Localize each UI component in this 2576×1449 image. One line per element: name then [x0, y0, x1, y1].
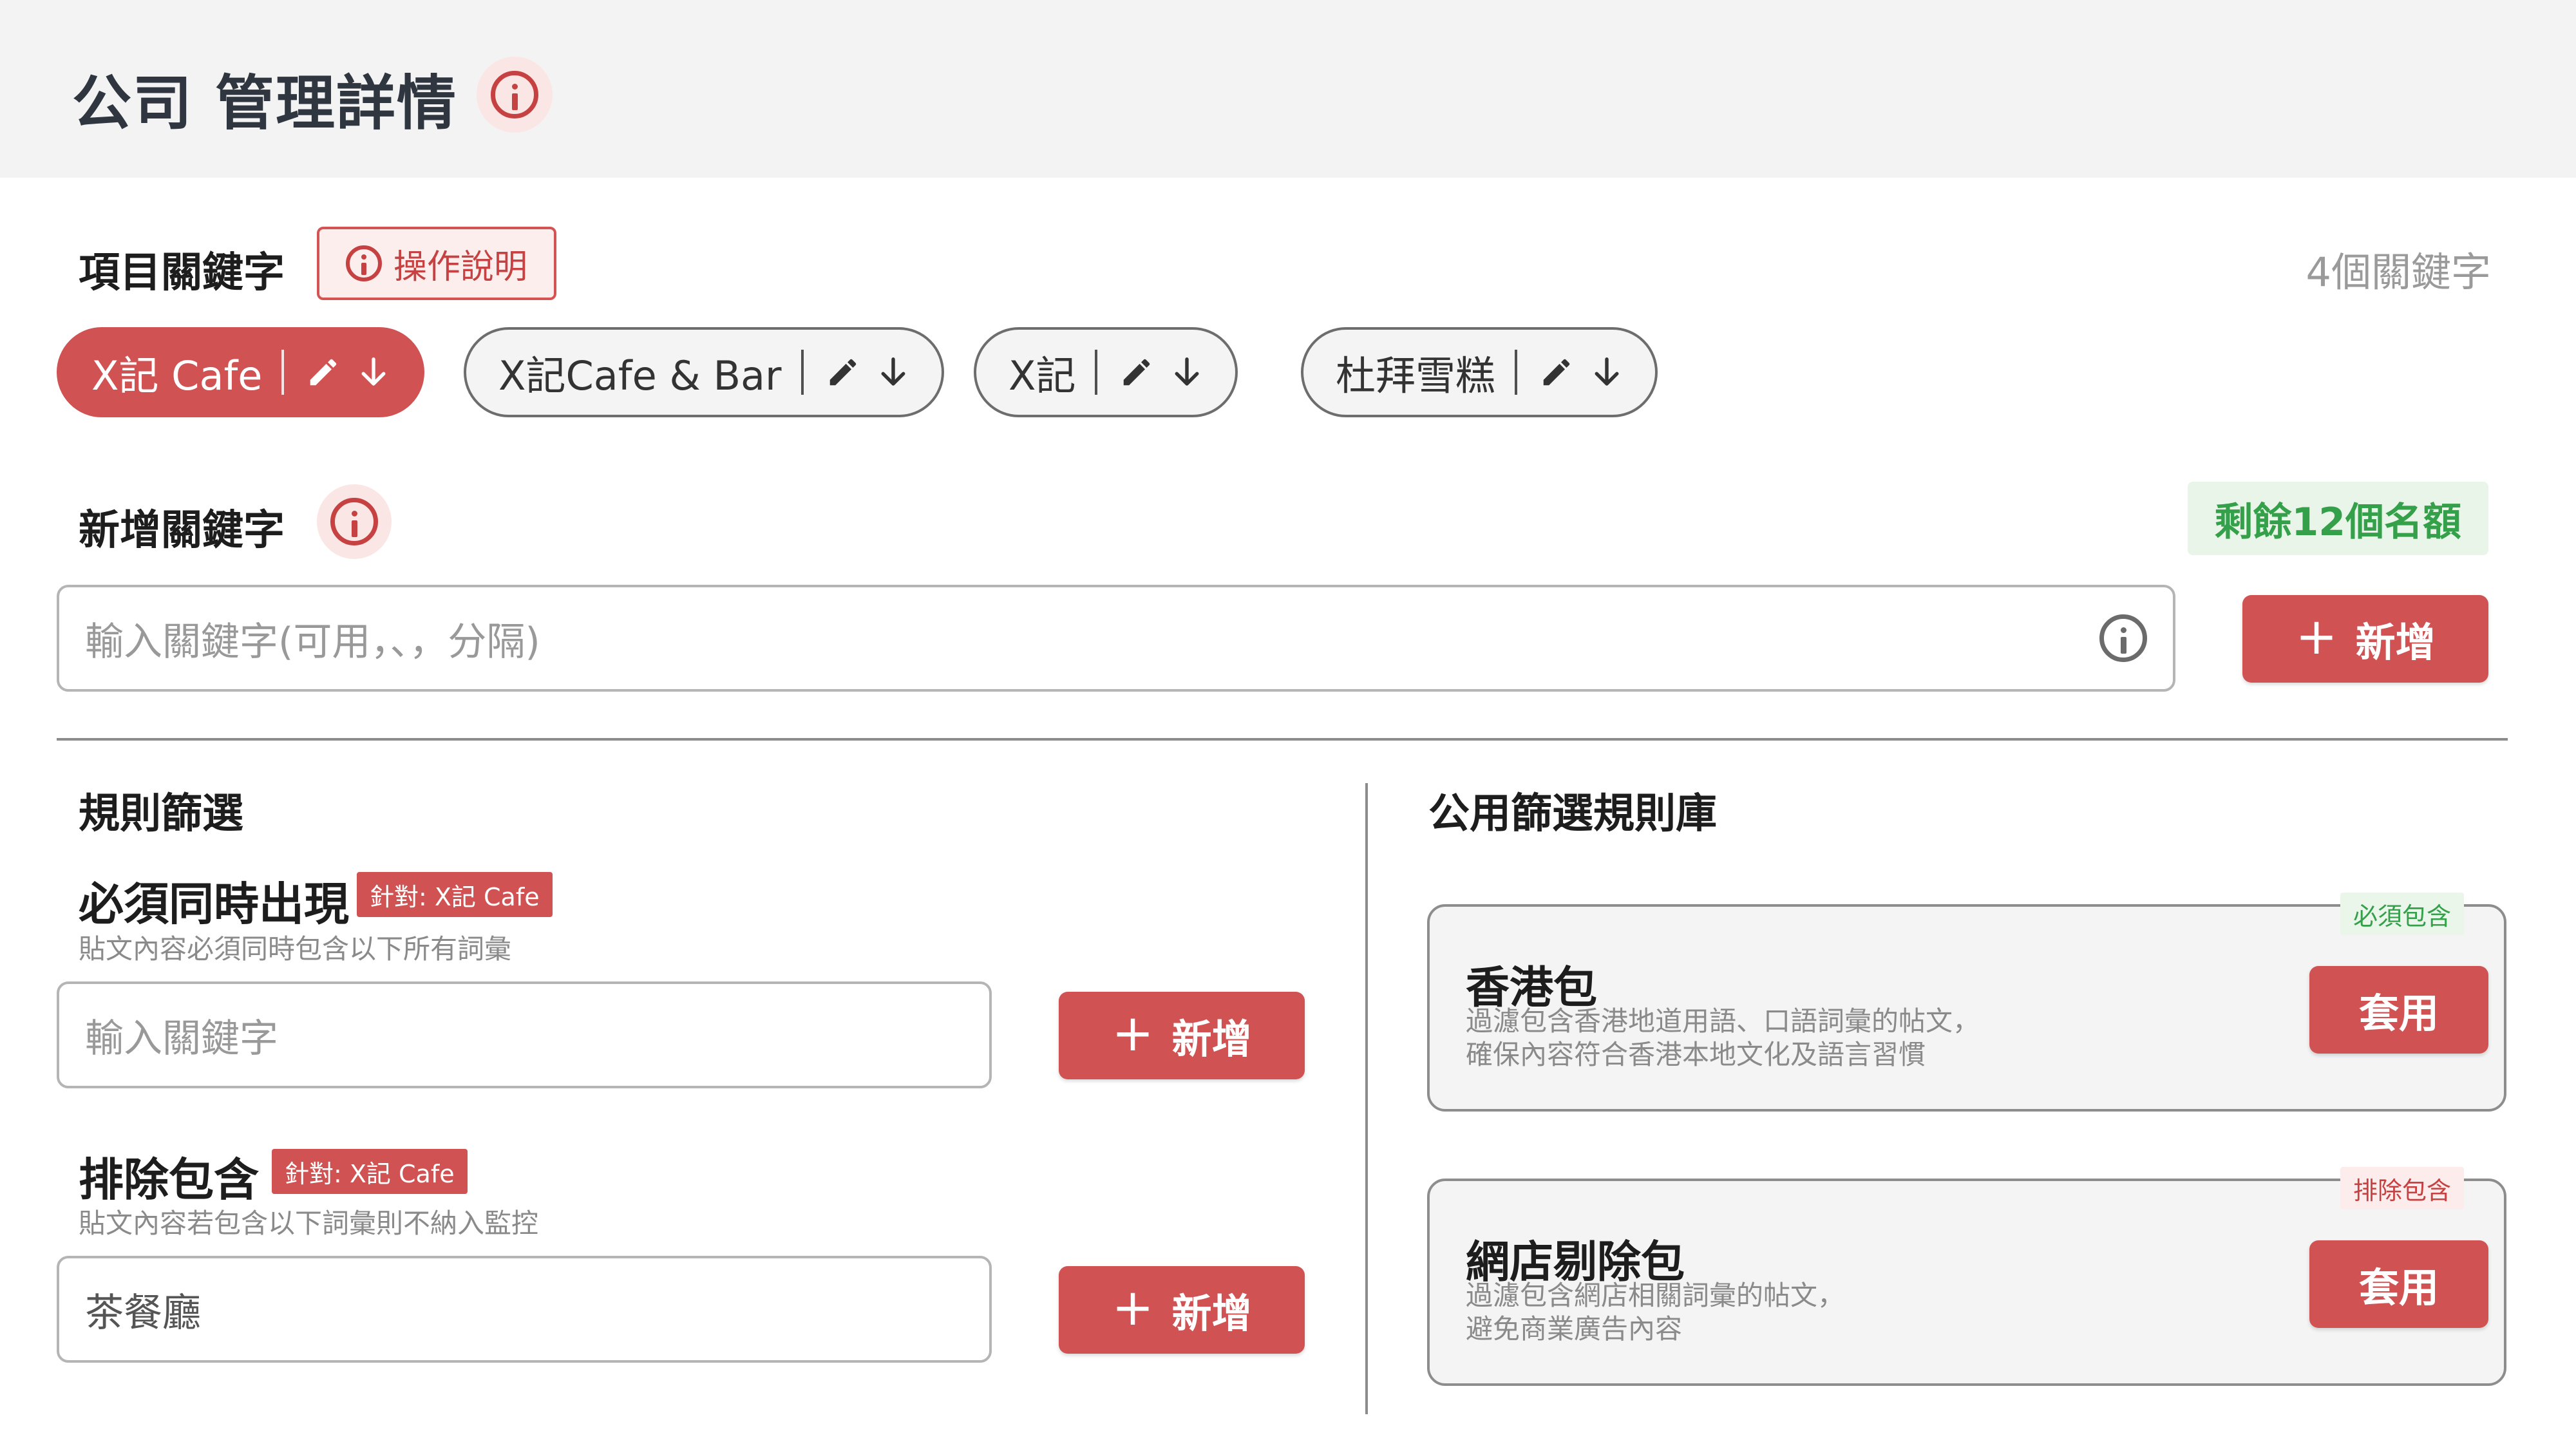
add-keyword-info-button[interactable]	[317, 484, 392, 559]
keyword-chip-label: 杜拜雪糕	[1336, 352, 1496, 399]
section-divider	[57, 738, 2508, 741]
arrow-down-icon[interactable]	[1170, 355, 1204, 390]
keyword-chip-label: X記Cafe & Bar	[498, 352, 782, 399]
exclude-add-button-label: 新增	[1171, 1290, 1252, 1337]
keyword-count: 4個關鍵字	[2306, 249, 2491, 296]
filter-pack-card: 排除包含 網店剔除包 過濾包含網店相關詞彙的帖文， 避免商業廣告內容 套用	[1427, 1167, 2506, 1386]
filter-pack-description: 過濾包含網店相關詞彙的帖文， 避免商業廣告內容	[1466, 1279, 1844, 1346]
filter-pack-description: 過濾包含香港地道用語、口語詞彙的帖文， 確保內容符合香港本地文化及語言習慣	[1466, 1005, 1980, 1072]
plus-icon: +	[1112, 1005, 1154, 1063]
keywords-section-title: 項目關鍵字	[79, 249, 285, 297]
chip-divider	[281, 350, 285, 395]
filter-pack-card: 必須包含 香港包 過濾包含香港地道用語、口語詞彙的帖文， 確保內容符合香港本地文…	[1427, 893, 2506, 1112]
info-icon	[330, 498, 378, 545]
keyword-input[interactable]: 輸入關鍵字(可用，、，分隔)	[57, 585, 2175, 692]
keyword-chip-label: X記 Cafe	[91, 352, 263, 399]
column-divider	[1365, 783, 1368, 1414]
arrow-down-icon[interactable]	[356, 355, 391, 390]
remaining-quota-badge: 剩餘12個名額	[2187, 482, 2488, 555]
help-button[interactable]: 操作說明	[317, 227, 556, 300]
target-badge: 針對: X記 Cafe	[357, 872, 553, 917]
must-include-add-button-label: 新增	[1171, 1016, 1252, 1063]
chip-divider	[1515, 350, 1518, 395]
must-include-add-button[interactable]: + 新增	[1059, 992, 1305, 1079]
exclude-input[interactable]: 茶餐廳	[57, 1256, 992, 1363]
plus-icon: +	[2295, 608, 2338, 666]
info-icon	[345, 245, 382, 281]
page-info-button[interactable]	[477, 57, 553, 133]
help-button-label: 操作說明	[393, 247, 527, 287]
exclude-title: 排除包含	[79, 1153, 259, 1206]
must-include-input-placeholder: 輸入關鍵字	[85, 1016, 278, 1061]
apply-button[interactable]: 套用	[2309, 1240, 2488, 1328]
add-keyword-button[interactable]: + 新增	[2242, 595, 2488, 683]
pencil-icon[interactable]	[826, 355, 860, 390]
rule-filter-title: 規則篩選	[79, 790, 243, 838]
filter-pack-desc-line: 過濾包含香港地道用語、口語詞彙的帖文，	[1466, 1005, 1980, 1037]
exclude-add-button[interactable]: + 新增	[1059, 1266, 1305, 1354]
info-icon	[491, 71, 538, 118]
pencil-icon[interactable]	[1119, 355, 1154, 390]
must-include-title: 必須同時出現	[79, 878, 349, 931]
arrow-down-icon[interactable]	[1589, 355, 1624, 390]
filter-pack-desc-line: 避免商業廣告內容	[1466, 1313, 1683, 1345]
page-title: 公司 管理詳情	[72, 69, 458, 138]
chip-divider	[800, 350, 804, 395]
target-badge: 針對: X記 Cafe	[272, 1149, 468, 1194]
filter-pack-tag: 排除包含	[2340, 1167, 2464, 1209]
keyword-chip-label: X記	[1009, 352, 1076, 399]
exclude-input-value: 茶餐廳	[85, 1290, 201, 1336]
pencil-icon[interactable]	[306, 355, 341, 390]
add-keyword-button-label: 新增	[2355, 619, 2436, 666]
keyword-input-placeholder: 輸入關鍵字(可用，、，分隔)	[85, 619, 540, 665]
chip-divider	[1095, 350, 1098, 395]
must-include-input[interactable]: 輸入關鍵字	[57, 981, 992, 1088]
keyword-chip[interactable]: X記Cafe & Bar	[464, 327, 944, 417]
keyword-chip[interactable]: X記 Cafe	[57, 327, 425, 417]
filter-pack-desc-line: 過濾包含網店相關詞彙的帖文，	[1466, 1280, 1845, 1311]
filter-pack-tag: 必須包含	[2340, 893, 2464, 935]
apply-button[interactable]: 套用	[2309, 966, 2488, 1054]
must-include-description: 貼文內容必須同時包含以下所有詞彙	[79, 933, 512, 965]
exclude-description: 貼文內容若包含以下詞彙則不納入監控	[79, 1208, 539, 1239]
arrow-down-icon[interactable]	[876, 355, 911, 390]
info-icon[interactable]	[2099, 614, 2147, 662]
keyword-chip[interactable]: X記	[974, 327, 1238, 417]
plus-icon: +	[1112, 1279, 1154, 1337]
filter-pack-desc-line: 確保內容符合香港本地文化及語言習慣	[1466, 1039, 1926, 1070]
pencil-icon[interactable]	[1539, 355, 1574, 390]
keyword-chip[interactable]: 杜拜雪糕	[1301, 327, 1658, 417]
add-keyword-title: 新增關鍵字	[79, 507, 285, 554]
public-library-title: 公用篩選規則庫	[1428, 790, 1717, 838]
